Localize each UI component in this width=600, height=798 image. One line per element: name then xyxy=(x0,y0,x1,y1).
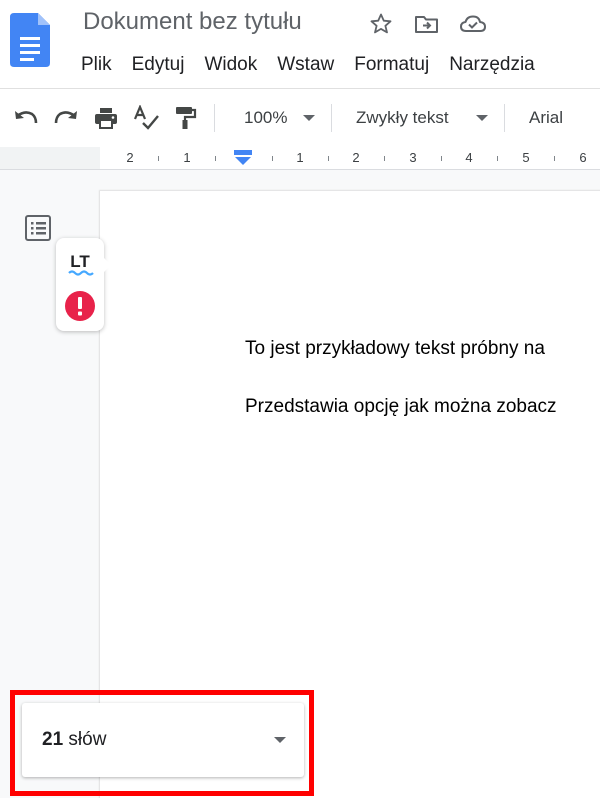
menu-file[interactable]: Plik xyxy=(71,52,122,78)
paint-format-icon xyxy=(176,107,197,129)
languagetool-panel: LT xyxy=(56,238,111,331)
header: Dokument bez tytułu Plik Edytuj Widok Ws… xyxy=(0,0,600,88)
menu-tools[interactable]: Narzędzia xyxy=(439,52,545,78)
word-count-widget[interactable]: 21 słów xyxy=(22,703,304,777)
ruler-tick xyxy=(328,156,329,161)
redo-icon xyxy=(54,111,77,124)
star-icon[interactable] xyxy=(366,10,396,38)
zoom-select[interactable]: 100% xyxy=(223,98,323,138)
toolbar: 100% Zwykły tekst Arial xyxy=(0,88,600,148)
toolbar-separator xyxy=(331,104,332,132)
menu-edit[interactable]: Edytuj xyxy=(122,52,195,78)
document-text-line[interactable]: Przedstawia opcję jak można zobacz xyxy=(245,396,557,418)
font-select[interactable]: Arial xyxy=(513,98,571,138)
style-select[interactable]: Zwykły tekst xyxy=(340,98,496,138)
ruler-tick xyxy=(215,156,216,161)
ruler-label: 2 xyxy=(352,150,360,165)
zoom-value: 100% xyxy=(244,108,288,127)
ruler-tick xyxy=(384,156,385,161)
word-count-text: 21 słów xyxy=(42,729,106,751)
move-to-folder-icon[interactable] xyxy=(412,10,442,38)
ruler-label: 3 xyxy=(409,150,417,165)
ruler: 2 1 1 2 3 4 5 6 xyxy=(0,147,600,170)
ruler-tick xyxy=(554,156,555,161)
style-value: Zwykły tekst xyxy=(356,108,449,127)
redo-button[interactable] xyxy=(46,98,86,138)
ruler-label: 5 xyxy=(522,150,530,165)
chevron-down-icon xyxy=(303,115,315,121)
ruler-label: 6 xyxy=(579,150,587,165)
print-icon xyxy=(95,108,117,129)
menu-bar: Plik Edytuj Widok Wstaw Formatuj Narzędz… xyxy=(71,52,545,78)
ruler-tick xyxy=(272,156,273,161)
document-outline-icon[interactable] xyxy=(24,214,52,242)
menu-format[interactable]: Formatuj xyxy=(344,52,439,78)
menu-insert[interactable]: Wstaw xyxy=(267,52,344,78)
chevron-down-icon[interactable] xyxy=(274,737,286,743)
word-count-number: 21 xyxy=(42,729,64,750)
paint-format-button[interactable] xyxy=(166,98,206,138)
languagetool-logo-text: LT xyxy=(70,252,90,271)
spellcheck-button[interactable] xyxy=(126,98,166,138)
ruler-tick xyxy=(497,156,498,161)
toolbar-separator xyxy=(214,104,215,132)
indent-marker[interactable] xyxy=(233,150,253,166)
title-icons xyxy=(366,10,504,38)
spellcheck-icon xyxy=(133,105,159,130)
google-docs-logo-icon[interactable] xyxy=(10,13,50,67)
ruler-label: 1 xyxy=(183,150,191,165)
languagetool-logo-icon[interactable]: LT xyxy=(66,250,94,278)
word-count-unit: słów xyxy=(68,729,107,750)
ruler-label: 2 xyxy=(126,150,134,165)
chevron-down-icon xyxy=(476,115,488,121)
menu-view[interactable]: Widok xyxy=(194,52,267,78)
cloud-saved-icon[interactable] xyxy=(458,10,488,38)
undo-button[interactable] xyxy=(6,98,46,138)
toolbar-separator xyxy=(504,104,505,132)
ruler-label: 4 xyxy=(465,150,473,165)
ruler-label: 1 xyxy=(296,150,304,165)
document-title[interactable]: Dokument bez tytułu xyxy=(83,8,302,36)
undo-icon xyxy=(15,111,38,124)
error-alert-icon[interactable] xyxy=(64,290,96,322)
document-text-line[interactable]: To jest przykładowy tekst próbny na xyxy=(245,338,545,360)
font-value: Arial xyxy=(529,108,564,127)
ruler-tick xyxy=(158,156,159,161)
print-button[interactable] xyxy=(86,98,126,138)
ruler-tick xyxy=(441,156,442,161)
